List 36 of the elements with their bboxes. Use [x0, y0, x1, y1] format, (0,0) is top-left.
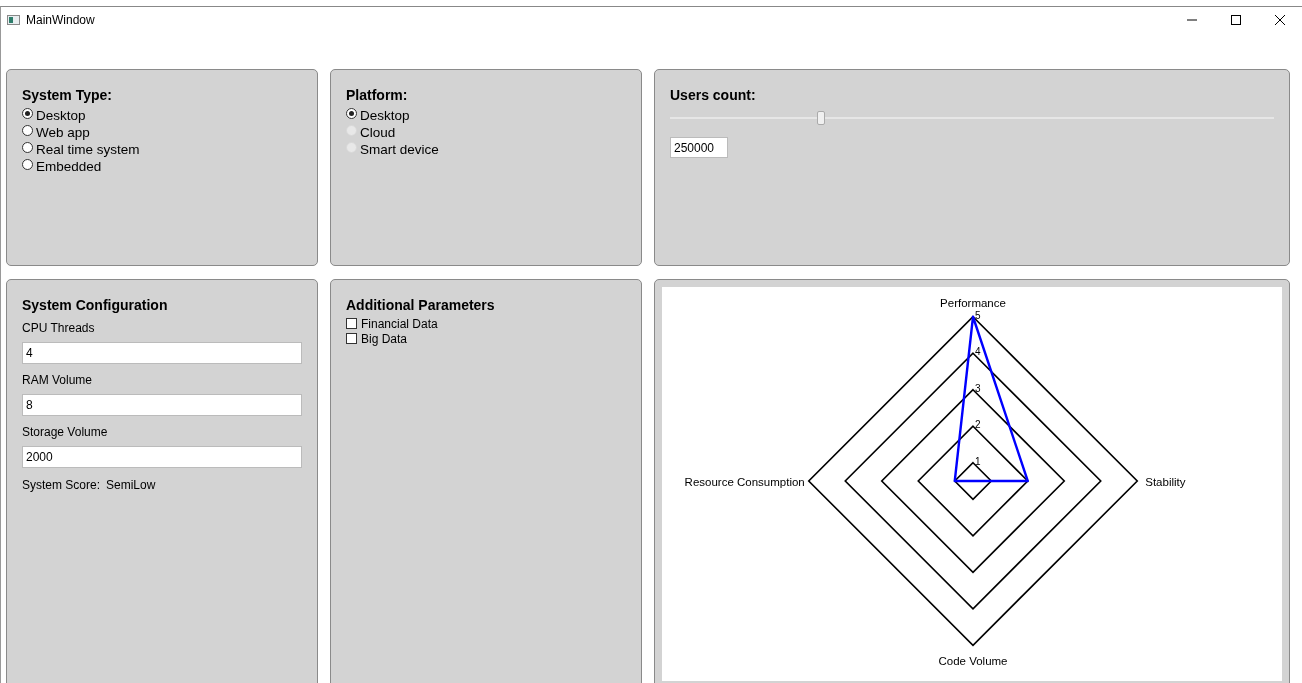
panel-title: Platform:	[346, 87, 408, 103]
ring-label: 1	[975, 455, 981, 467]
field-label: RAM Volume	[22, 373, 93, 387]
maximize-icon	[1231, 15, 1241, 25]
radio-button[interactable]: Real time system	[22, 141, 140, 158]
axis-label: Stability	[1145, 476, 1186, 488]
radio-button[interactable]: Desktop	[346, 107, 410, 124]
slider-track[interactable]	[670, 111, 1274, 125]
field-label: CPU Threads	[22, 321, 95, 335]
ring-label: 3	[975, 382, 981, 394]
panel-title: Additional Parameters	[346, 297, 495, 313]
close-icon	[1275, 15, 1285, 25]
slider-thumb[interactable]	[817, 111, 825, 125]
panel-title: System Configuration	[22, 297, 168, 313]
input-field[interactable]: 8	[22, 394, 302, 416]
score-label: System Score:	[22, 478, 101, 492]
input-field[interactable]: 2000	[22, 446, 302, 468]
ring-label: 2	[975, 419, 981, 431]
checkbox[interactable]: Big Data	[346, 332, 408, 347]
app-icon	[7, 15, 20, 25]
window-title: MainWindow	[26, 13, 95, 27]
axis-label: Performance	[940, 296, 1006, 309]
field-label: Storage Volume	[22, 425, 108, 439]
checkbox[interactable]: Financial Data	[346, 317, 438, 332]
axis-label: Code Volume	[938, 655, 1008, 668]
radio-button[interactable]: Desktop	[22, 107, 86, 124]
ring-label: 5	[975, 309, 981, 321]
users-count-field[interactable]: 250000	[670, 137, 728, 158]
score-value: SemiLow	[106, 478, 156, 492]
ring-label: 4	[975, 346, 981, 358]
panel-title: System Type:	[22, 87, 112, 103]
radio-button[interactable]: Web app	[22, 124, 90, 141]
panel-title: Users count:	[670, 87, 756, 103]
radio-button[interactable]: Embedded	[22, 158, 102, 175]
input-field[interactable]: 4	[22, 342, 302, 364]
axis-label: Resource Consumption	[684, 476, 805, 488]
